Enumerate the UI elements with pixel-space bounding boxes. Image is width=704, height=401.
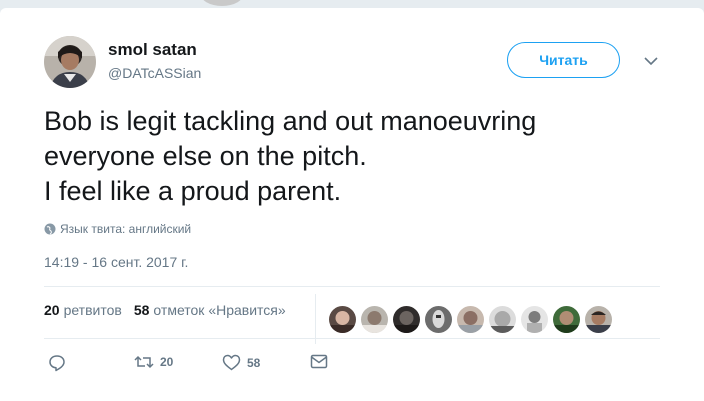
author-display-name[interactable]: smol satan [108, 40, 197, 60]
message-icon [310, 354, 328, 369]
globe-icon [44, 223, 56, 235]
author-handle[interactable]: @DATcASSian [108, 65, 201, 81]
liker-avatar[interactable] [457, 306, 484, 333]
tweet-text-line: everyone else on the pitch. [44, 141, 367, 171]
retweets-label: ретвитов [63, 302, 122, 318]
likers-avatars [329, 306, 617, 333]
follow-button[interactable]: Читать [507, 42, 620, 78]
tweet-language[interactable]: Язык твита: английский [44, 222, 191, 236]
retweets-stat[interactable]: 20 ретвитов [44, 302, 122, 318]
liker-avatar[interactable] [585, 306, 612, 333]
like-count: 58 [247, 355, 261, 370]
tweet-actions: 20 58 [44, 354, 364, 376]
language-label: Язык твита: английский [60, 222, 192, 236]
stats-separator [315, 294, 316, 344]
retweets-count: 20 [44, 302, 60, 318]
tweet-text-line: I feel like a proud parent. [44, 176, 342, 206]
chevron-down-icon[interactable] [641, 54, 661, 68]
tweet-text: Bob is legit tackling and out manoeuvrin… [44, 104, 664, 209]
reply-button[interactable] [48, 354, 66, 372]
retweet-button[interactable]: 20 [134, 354, 173, 370]
liker-avatar[interactable] [425, 306, 452, 333]
previous-tweet-avatar [200, 0, 244, 6]
likes-label: отметок «Нравится» [153, 302, 286, 318]
liker-avatar[interactable] [553, 306, 580, 333]
liker-avatar[interactable] [329, 306, 356, 333]
tweet-card: smol satan @DATcASSian Читать Bob is leg… [0, 8, 704, 401]
retweet-icon [134, 355, 154, 369]
likes-stat[interactable]: 58 отметок «Нравится» [134, 302, 286, 318]
author-avatar[interactable] [44, 36, 96, 88]
likes-count: 58 [133, 302, 150, 318]
liker-avatar[interactable] [361, 306, 388, 333]
liker-avatar[interactable] [489, 306, 516, 333]
tweet-timestamp[interactable]: 14:19 - 16 сент. 2017 г. [44, 254, 188, 270]
like-button[interactable]: 58 [222, 354, 260, 371]
reply-icon [49, 355, 65, 372]
heart-icon [222, 354, 241, 371]
liker-avatar[interactable] [393, 306, 420, 333]
tweet-text-line: Bob is legit tackling and out manoeuvrin… [44, 106, 537, 136]
divider [44, 286, 660, 287]
direct-message-button[interactable] [310, 354, 328, 369]
divider [44, 338, 660, 339]
retweet-count: 20 [160, 355, 174, 369]
tweet-stats: 20 ретвитов 58 отметок «Нравится» [44, 302, 298, 318]
liker-avatar[interactable] [521, 306, 548, 333]
